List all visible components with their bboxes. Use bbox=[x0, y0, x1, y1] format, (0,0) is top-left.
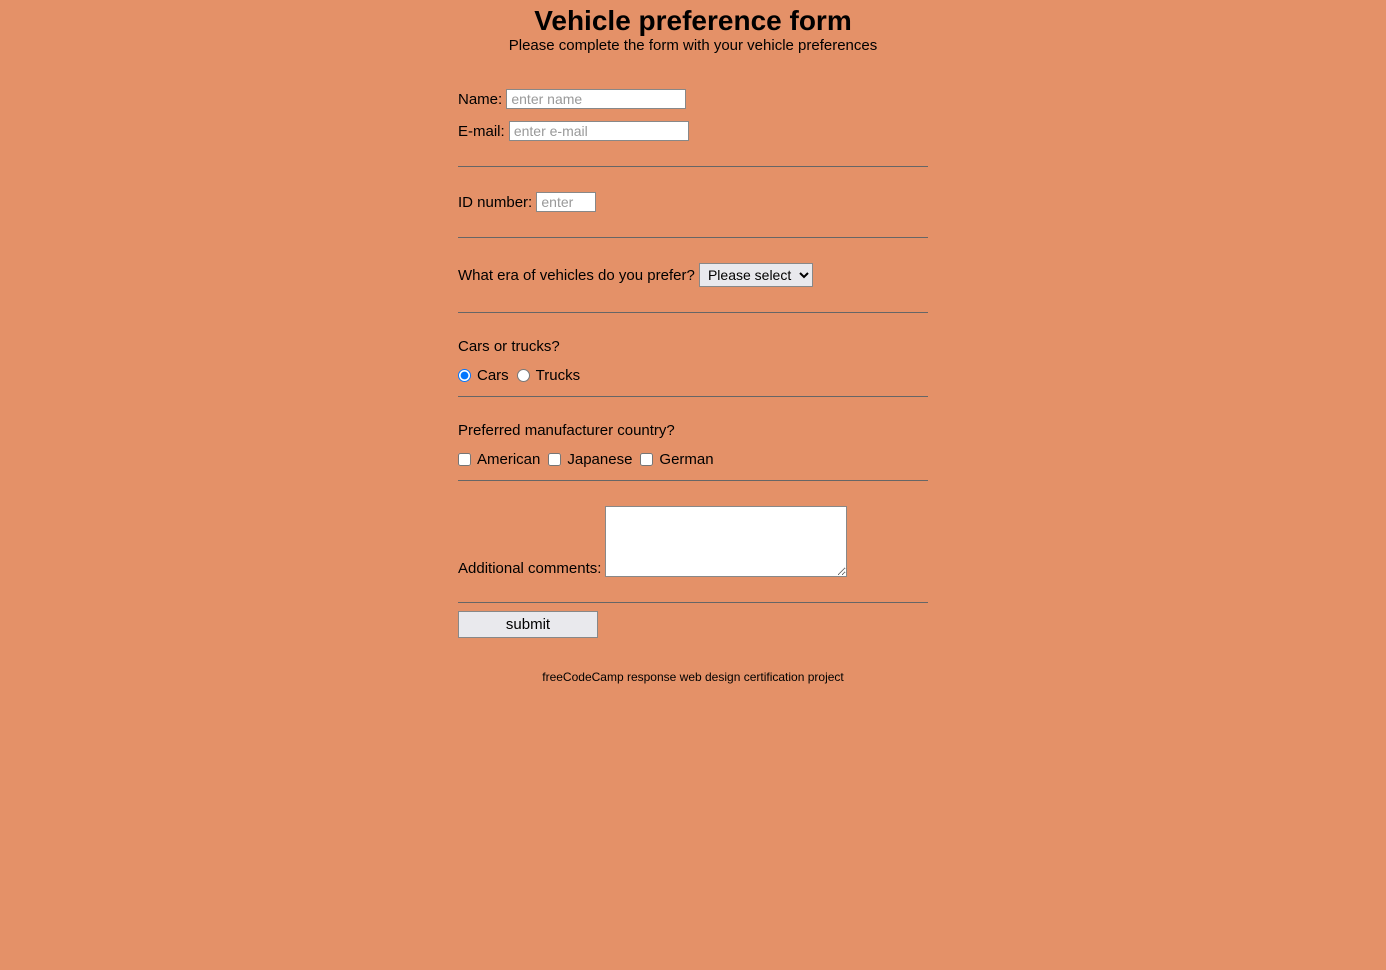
trucks-text: Trucks bbox=[536, 367, 580, 384]
name-input[interactable] bbox=[506, 89, 686, 109]
german-checkbox-label[interactable]: German bbox=[640, 451, 713, 468]
page-title: Vehicle preference form bbox=[248, 5, 1138, 37]
cars-text: Cars bbox=[477, 367, 509, 384]
american-checkbox-label[interactable]: American bbox=[458, 451, 540, 468]
country-label: Preferred manufacturer country? bbox=[458, 422, 1138, 439]
american-text: American bbox=[477, 451, 540, 468]
trucks-radio[interactable] bbox=[517, 369, 530, 382]
era-select[interactable]: Please select bbox=[699, 263, 813, 287]
comments-label: Additional comments: bbox=[458, 560, 601, 577]
email-input[interactable] bbox=[509, 121, 689, 141]
page-subtitle: Please complete the form with your vehic… bbox=[248, 37, 1138, 54]
era-label: What era of vehicles do you prefer? bbox=[458, 267, 695, 284]
divider bbox=[458, 602, 928, 603]
email-label: E-mail: bbox=[458, 123, 505, 140]
submit-button[interactable]: submit bbox=[458, 611, 598, 638]
divider bbox=[458, 312, 928, 313]
name-label: Name: bbox=[458, 91, 502, 108]
id-label: ID number: bbox=[458, 194, 532, 211]
german-checkbox[interactable] bbox=[640, 453, 653, 466]
cars-radio-label[interactable]: Cars bbox=[458, 367, 509, 384]
divider bbox=[458, 396, 928, 397]
divider bbox=[458, 237, 928, 238]
id-input[interactable] bbox=[536, 192, 596, 212]
divider bbox=[458, 166, 928, 167]
footer-text: freeCodeCamp response web design certifi… bbox=[248, 670, 1138, 684]
vehicle-type-label: Cars or trucks? bbox=[458, 338, 1138, 355]
japanese-checkbox[interactable] bbox=[548, 453, 561, 466]
trucks-radio-label[interactable]: Trucks bbox=[517, 367, 580, 384]
german-text: German bbox=[659, 451, 713, 468]
divider bbox=[458, 480, 928, 481]
cars-radio[interactable] bbox=[458, 369, 471, 382]
japanese-checkbox-label[interactable]: Japanese bbox=[548, 451, 632, 468]
american-checkbox[interactable] bbox=[458, 453, 471, 466]
japanese-text: Japanese bbox=[567, 451, 632, 468]
comments-textarea[interactable] bbox=[605, 506, 847, 577]
